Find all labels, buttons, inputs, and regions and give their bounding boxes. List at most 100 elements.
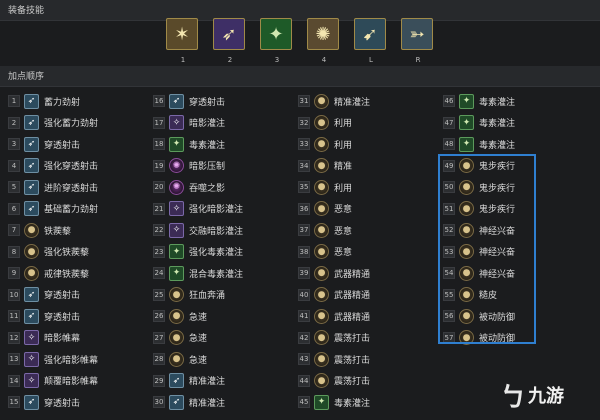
skill-order-row[interactable]: 43 ● 震荡打击 bbox=[298, 350, 448, 368]
watermark-mark: ㄅ bbox=[500, 382, 527, 413]
equip-slot-3[interactable]: ✦ 3 bbox=[260, 18, 294, 64]
watermark-logo: ㄅ 九游 bbox=[500, 375, 596, 415]
gear-trap-icon[interactable]: ✺ bbox=[307, 18, 339, 50]
arrow-skill-icon: ➶ bbox=[169, 394, 184, 410]
passive-orb-icon: ● bbox=[314, 244, 329, 259]
skill-name: 强化毒素灌注 bbox=[189, 248, 244, 258]
skill-name: 强化蓄力劲射 bbox=[44, 119, 99, 129]
skill-order-title: 加点顺序 bbox=[8, 72, 45, 82]
skill-order-row[interactable]: 14 ✧ 颠覆暗影帷幕 bbox=[8, 372, 158, 390]
skill-order-row[interactable]: 13 ✧ 强化暗影帷幕 bbox=[8, 350, 158, 368]
equip-slot-L[interactable]: ➹ L bbox=[354, 18, 388, 64]
order-number: 29 bbox=[153, 374, 165, 387]
skill-order-row[interactable]: 20 ✺ 吞噬之影 bbox=[153, 178, 303, 196]
skill-order-row[interactable]: 3 ➶ 穿透射击 bbox=[8, 135, 158, 153]
skill-order-row[interactable]: 35 ● 利用 bbox=[298, 178, 448, 196]
poison-arrow-icon[interactable]: ✦ bbox=[260, 18, 292, 50]
skill-order-row[interactable]: 30 ➶ 精准灌注 bbox=[153, 393, 303, 411]
shadow-skill-icon: ✧ bbox=[169, 115, 184, 130]
skill-order-row[interactable]: 6 ➶ 基础蓄力劲射 bbox=[8, 200, 158, 218]
rapid-fire-icon[interactable]: ➹ bbox=[354, 18, 386, 50]
order-number: 1 bbox=[8, 95, 20, 107]
skill-order-row[interactable]: 46 ✦ 毒素灌注 bbox=[443, 92, 593, 110]
passive-orb-icon: ● bbox=[314, 351, 329, 367]
order-number: 10 bbox=[8, 288, 20, 301]
skill-order-row[interactable]: 37 ● 恶意 bbox=[298, 221, 448, 239]
skill-order-row[interactable]: 8 ● 强化铁蒺藜 bbox=[8, 243, 158, 261]
arrow-skill-icon: ➶ bbox=[24, 179, 39, 195]
skill-order-row[interactable]: 31 ● 精准灌注 bbox=[298, 92, 448, 110]
skill-order-row[interactable]: 44 ● 震荡打击 bbox=[298, 372, 448, 390]
skill-name: 强化穿透射击 bbox=[44, 162, 99, 172]
skill-order-row[interactable]: 10 ➶ 穿透射击 bbox=[8, 286, 158, 304]
order-number: 15 bbox=[8, 396, 20, 408]
skill-order-row[interactable]: 26 ● 急速 bbox=[153, 307, 303, 325]
skill-order-row[interactable]: 1 ➶ 蓄力劲射 bbox=[8, 92, 158, 110]
skill-order-row[interactable]: 40 ● 武器精通 bbox=[298, 286, 448, 304]
skill-name: 蓄力劲射 bbox=[44, 97, 81, 108]
arrow-skill-icon: ➶ bbox=[169, 373, 184, 388]
skill-order-row[interactable]: 48 ✦ 毒素灌注 bbox=[443, 135, 593, 153]
order-number: 40 bbox=[298, 288, 310, 301]
skill-name: 穿透射击 bbox=[189, 97, 226, 108]
passive-orb-icon: ● bbox=[24, 244, 39, 259]
penetrating-shot-icon[interactable]: ➳ bbox=[401, 18, 433, 50]
skill-order-row[interactable]: 25 ● 狂血奔涌 bbox=[153, 286, 303, 304]
equip-slot-2[interactable]: ➶ 2 bbox=[213, 18, 247, 64]
skill-order-row[interactable]: 22 ✧ 交融暗影灌注 bbox=[153, 221, 303, 239]
order-number: 31 bbox=[298, 95, 310, 107]
passive-orb-icon: ● bbox=[314, 373, 329, 388]
bow-star-icon[interactable]: ✶ bbox=[166, 18, 198, 50]
skill-order-row[interactable]: 18 ✦ 毒素灌注 bbox=[153, 135, 303, 153]
skill-order-row[interactable]: 32 ● 利用 bbox=[298, 114, 448, 132]
skill-order-row[interactable]: 9 ● 戒律铁蒺藜 bbox=[8, 264, 158, 282]
skill-order-row[interactable]: 38 ● 恶意 bbox=[298, 243, 448, 261]
skill-order-row[interactable]: 36 ● 恶意 bbox=[298, 200, 448, 218]
poison-skill-icon: ✦ bbox=[459, 115, 474, 130]
skill-order-row[interactable]: 28 ● 急速 bbox=[153, 350, 303, 368]
arrow-skill-icon: ➶ bbox=[24, 308, 39, 324]
skill-order-row[interactable]: 33 ● 利用 bbox=[298, 135, 448, 153]
poison-skill-icon: ✦ bbox=[169, 136, 184, 152]
skill-name: 进阶穿透射击 bbox=[44, 183, 99, 194]
order-number: 24 bbox=[153, 267, 165, 279]
skill-order-row[interactable]: 15 ➶ 穿透射击 bbox=[8, 393, 158, 411]
skill-order-row[interactable]: 29 ➶ 精准灌注 bbox=[153, 372, 303, 390]
equip-slot-1[interactable]: ✶ 1 bbox=[166, 18, 200, 64]
skill-order-row[interactable]: 19 ✺ 暗影压制 bbox=[153, 157, 303, 175]
equip-slot-4[interactable]: ✺ 4 bbox=[307, 18, 341, 64]
order-number: 14 bbox=[8, 374, 20, 387]
equip-key-label: 3 bbox=[274, 56, 280, 64]
skill-order-row[interactable]: 39 ● 武器精通 bbox=[298, 264, 448, 282]
skill-order-row[interactable]: 42 ● 震荡打击 bbox=[298, 329, 448, 347]
order-number: 11 bbox=[8, 310, 20, 322]
equip-key-label: 1 bbox=[180, 56, 186, 64]
skill-order-row[interactable]: 21 ✧ 强化暗影灌注 bbox=[153, 200, 303, 218]
skill-name: 震荡打击 bbox=[334, 334, 371, 344]
order-number: 9 bbox=[8, 267, 20, 279]
skill-order-row[interactable]: 24 ✦ 混合毒素灌注 bbox=[153, 264, 303, 282]
poison-skill-icon: ✦ bbox=[459, 136, 474, 152]
skill-order-row[interactable]: 45 ✦ 毒素灌注 bbox=[298, 393, 448, 411]
skill-order-row[interactable]: 34 ● 精准 bbox=[298, 157, 448, 175]
skill-name: 武器精通 bbox=[334, 269, 371, 280]
skill-order-row[interactable]: 11 ➶ 穿透射击 bbox=[8, 307, 158, 325]
skill-order-row[interactable]: 4 ➶ 强化穿透射击 bbox=[8, 157, 158, 175]
order-number: 26 bbox=[153, 310, 165, 322]
skill-order-row[interactable]: 41 ● 武器精通 bbox=[298, 307, 448, 325]
skill-order-row[interactable]: 47 ✦ 毒素灌注 bbox=[443, 114, 593, 132]
passive-orb-icon: ● bbox=[314, 330, 329, 345]
skill-order-row[interactable]: 17 ✧ 暗影灌注 bbox=[153, 114, 303, 132]
skill-order-row[interactable]: 12 ✧ 暗影帷幕 bbox=[8, 329, 158, 347]
skill-order-row[interactable]: 27 ● 急速 bbox=[153, 329, 303, 347]
skill-order-row[interactable]: 2 ➶ 强化蓄力劲射 bbox=[8, 114, 158, 132]
skill-order-row[interactable]: 23 ✦ 强化毒素灌注 bbox=[153, 243, 303, 261]
skill-order-row[interactable]: 5 ➶ 进阶穿透射击 bbox=[8, 178, 158, 196]
shadow-arrow-icon[interactable]: ➶ bbox=[213, 18, 245, 50]
equip-slot-R[interactable]: ➳ R bbox=[401, 18, 435, 64]
skill-order-header: 加点顺序 bbox=[0, 66, 600, 87]
skill-order-row[interactable]: 7 ● 铁蒺藜 bbox=[8, 221, 158, 239]
order-number: 5 bbox=[8, 181, 20, 193]
skill-order-row[interactable]: 16 ➶ 穿透射击 bbox=[153, 92, 303, 110]
order-number: 2 bbox=[8, 116, 20, 129]
